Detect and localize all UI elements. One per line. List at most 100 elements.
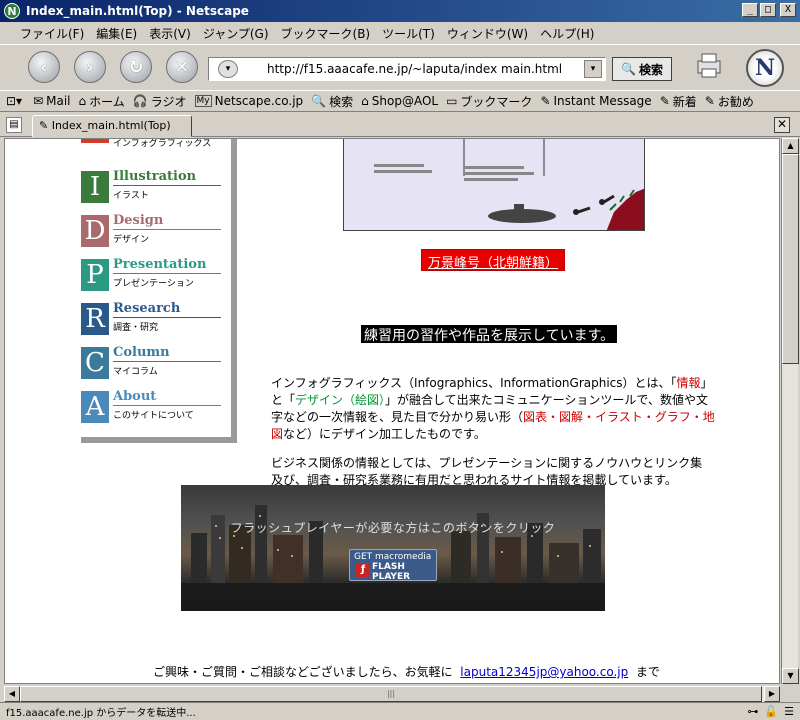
nav-subtitle: プレゼンテーション [113,279,194,289]
menu-file[interactable]: ファイル(F) [20,25,84,42]
sidebar-item-column[interactable]: C Column マイコラム [81,345,221,383]
business-description: ビジネス関係の情報としては、プレゼンテーションに関するノウハウとリンク集及び、調… [271,456,703,487]
desc-text: など）にデザイン加工したものです。 [283,427,486,441]
nav-letter-badge: I [81,171,109,203]
nav-divider [113,273,221,274]
sidebar-nav: I インフォグラフィックス I Illustration イラスト D Desi… [75,139,231,437]
connection-icon: ⊶ [747,705,759,718]
tab-icon: ⊡▾ [6,94,23,108]
horizontal-scroll-thumb[interactable]: ||| [20,686,762,702]
bookmark-new[interactable]: ✎ 新着 [660,93,697,110]
menu-bookmarks[interactable]: ブックマーク(B) [281,25,371,42]
bookmark-radio[interactable]: 🎧 ラジオ [133,93,187,110]
vertical-scrollbar[interactable]: ▲ ▼ [781,138,799,684]
menu-view[interactable]: 表示(V) [149,25,191,42]
sidebar-item-presentation[interactable]: P Presentation プレゼンテーション [81,257,221,295]
menu-tools[interactable]: ツール(T) [382,25,435,42]
nav-subtitle: デザイン [113,235,150,245]
navigation-toolbar: ‹ › ↻ ✕ ▾ ▾ 🔍 検索 N [0,44,800,90]
minimize-button[interactable]: _ [742,3,758,17]
bookmark-recommended[interactable]: ✎ お勧め [705,93,754,110]
contact-prefix: ご興味・ご質問・ご相談などございましたら、お気軽に [153,665,453,679]
scroll-left-arrow-icon[interactable]: ◀ [4,686,20,702]
stop-button[interactable]: ✕ [166,51,198,83]
headphones-icon: 🎧 [132,94,148,108]
ship-infographic-graphic [344,139,644,230]
sidebar-item-infographics[interactable]: I インフォグラフィックス [81,139,221,165]
bookmark-home[interactable]: ⌂ ホーム [79,93,125,110]
horizontal-scrollbar[interactable]: ◀ ||| ▶ [4,686,780,702]
menu-window[interactable]: ウィンドウ(W) [447,25,528,42]
nav-letter-badge: I [81,139,109,146]
ship-name-link[interactable]: 万景峰号（北朝鮮籍） [421,249,566,271]
bookmark-shop-aol[interactable]: ⌂ Shop@AOL [361,94,438,108]
sidebar-item-research[interactable]: R Research 調査・研究 [81,301,221,339]
close-tab-button[interactable]: ✕ [774,117,790,133]
reload-icon: ↻ [128,56,144,78]
nav-letter-badge: C [81,347,109,379]
nav-letter-badge: A [81,391,109,423]
sidebar-item-design[interactable]: D Design デザイン [81,213,221,251]
contact-email-link[interactable]: laputa12345jp@yahoo.co.jp [460,665,628,679]
bookmark-bookmarks[interactable]: ▭ ブックマーク [446,93,532,110]
menu-edit[interactable]: 編集(E) [96,25,137,42]
stack-icon: ☰ [784,705,794,718]
bookmark-mail[interactable]: ✉ Mail [33,94,70,108]
status-text: f15.aaacafe.ne.jp からデータを転送中... [6,708,196,719]
url-bar [208,57,606,81]
bookmark-instant-message[interactable]: ✎ Instant Message [540,94,651,108]
nav-letter-badge: D [81,215,109,247]
menu-help[interactable]: ヘルプ(H) [540,25,594,42]
tab-bar: ▤ ✎ Index_main.html(Top) ✕ [0,113,800,137]
url-history-dropdown[interactable]: ▾ [584,60,602,78]
search-button[interactable]: 🔍 検索 [612,57,672,81]
flash-button-line3: PLAYER [372,572,411,582]
nav-subtitle: インフォグラフィックス [113,139,212,149]
tab-index-main[interactable]: ✎ Index_main.html(Top) [32,115,192,137]
link-icon: ✎ [659,94,670,108]
nav-letter-badge: R [81,303,109,335]
netscape-logo[interactable]: N [746,49,784,87]
scroll-right-arrow-icon[interactable]: ▶ [764,686,780,702]
close-window-button[interactable]: X [780,3,796,17]
get-flash-player-button[interactable]: GET macromedia ƒ FLASH PLAYER [349,549,437,582]
desc-info-highlight: 情報 [676,376,701,390]
desc-design-highlight: デザイン（絵図） [295,393,386,407]
title-bar: N Index_main.html(Top) - Netscape _ □ X [0,0,800,22]
sidebar-item-about[interactable]: A About このサイトについて [81,389,221,427]
bookmark-netscape[interactable]: My Netscape.co.jp [194,94,303,108]
back-button[interactable]: ‹ [28,51,60,83]
menu-go[interactable]: ジャンプ(G) [203,25,269,42]
bookmark-search[interactable]: 🔍 検索 [311,93,353,110]
security-lock-icon: 🔓 [764,705,779,718]
netscape-app-icon: N [4,3,20,19]
page-content: I インフォグラフィックス I Illustration イラスト D Desi… [4,138,780,684]
vertical-scroll-thumb[interactable] [782,154,799,364]
nav-title: Column [113,345,170,360]
nav-subtitle: このサイトについて [113,411,194,421]
flash-banner: フラッシュプレイヤーが必要な方はこのボタンをクリック GET macromedi… [181,485,605,611]
status-icons: ⊶ 🔓 ☰ [747,705,794,718]
scroll-up-arrow-icon[interactable]: ▲ [782,138,799,154]
link-icon: ✎ [704,94,715,108]
nav-subtitle: マイコラム [113,367,158,377]
window-controls: _ □ X [742,3,796,17]
window-title: Index_main.html(Top) - Netscape [26,4,249,18]
url-input[interactable] [209,58,605,80]
folder-icon: ▭ [446,94,458,108]
maximize-button[interactable]: □ [760,3,776,17]
nav-title: Presentation [113,257,207,272]
new-tab-icon[interactable]: ▤ [6,117,22,133]
toolbar-tabs-button[interactable]: ⊡▾ [6,94,25,108]
reload-button[interactable]: ↻ [120,51,152,83]
nav-title: About [113,389,157,404]
scroll-down-arrow-icon[interactable]: ▼ [782,668,799,684]
sidebar-item-illustration[interactable]: I Illustration イラスト [81,169,221,207]
print-icon[interactable] [694,51,724,81]
my-icon: My [194,95,212,107]
url-dropdown-left-icon[interactable]: ▾ [218,60,238,78]
flash-button-line2: FLASH [372,562,405,572]
forward-button[interactable]: › [74,51,106,83]
status-bar: f15.aaacafe.ne.jp からデータを転送中... ⊶ 🔓 ☰ [0,702,800,720]
nav-divider [113,317,221,318]
